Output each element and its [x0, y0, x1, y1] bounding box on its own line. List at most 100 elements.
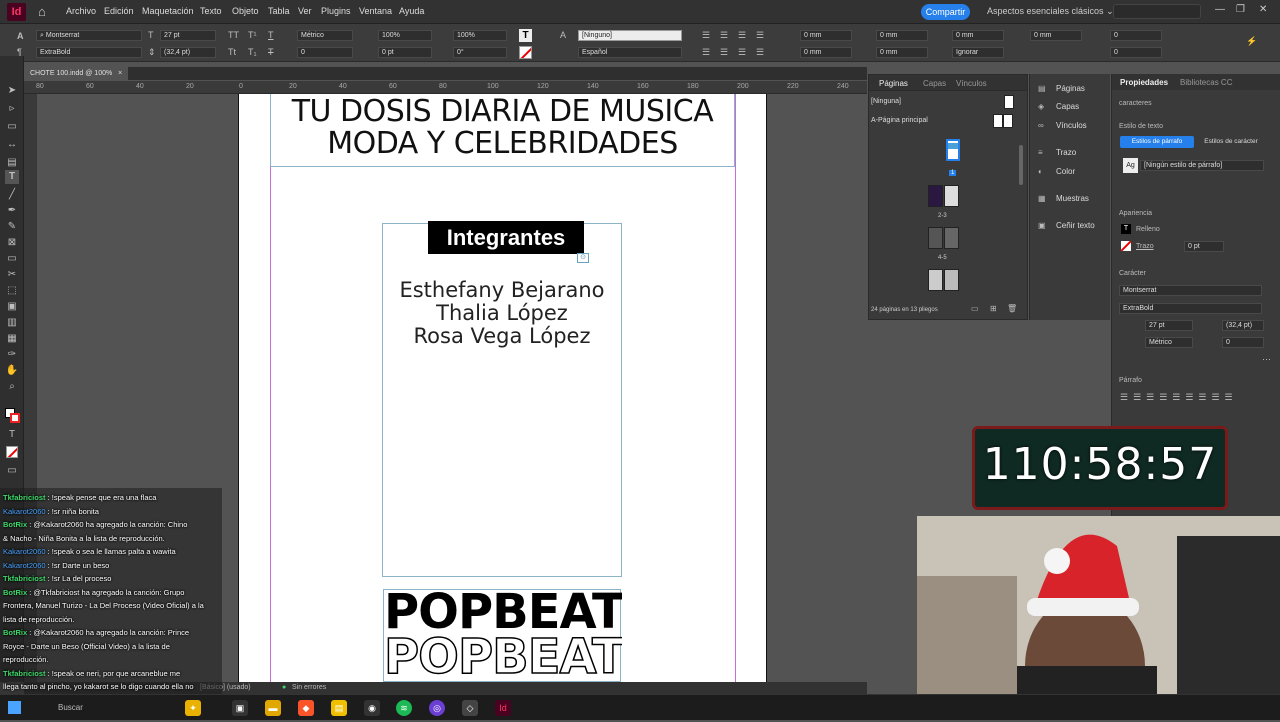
rectangle-frame-icon[interactable]: ⊠	[5, 236, 19, 250]
prop-font-family-field[interactable]: Montserrat	[1119, 285, 1262, 296]
tab-links[interactable]: Vínculos	[956, 79, 987, 88]
prop-font-size-field[interactable]: 27 pt	[1145, 320, 1193, 331]
menu-ver[interactable]: Ver	[298, 6, 312, 16]
tracking-field[interactable]: 0	[297, 47, 353, 58]
menu-archivo[interactable]: Archivo	[66, 6, 96, 16]
page-size-icon[interactable]: ▭	[971, 304, 979, 313]
headline[interactable]: TU DOSIS DIARIA DE MUSICA MODA Y CELEBRI…	[270, 96, 735, 166]
delete-page-icon[interactable]: 🗑	[1007, 304, 1017, 313]
justify-left-icon[interactable]: ☰	[702, 47, 710, 58]
zoom-tool-icon[interactable]: ⌕	[5, 380, 19, 394]
dock-item-color[interactable]: ◐ Color	[1038, 165, 1075, 179]
right-indent-field[interactable]: 0 mm	[800, 47, 852, 58]
copilot-icon[interactable]: ✦	[185, 700, 201, 716]
dock-item-layers[interactable]: ◈ Capas	[1038, 100, 1079, 114]
justify-all-icon[interactable]: ☰	[738, 47, 746, 58]
align-towards-spine-icon[interactable]: ☰	[756, 30, 764, 41]
spotify-icon[interactable]: ≋	[396, 700, 412, 716]
app-icon[interactable]: ▤	[331, 700, 347, 716]
kerning-field[interactable]: Métrico	[297, 30, 353, 41]
master-thumbnail-left[interactable]	[993, 114, 1003, 128]
text-stroke-none-icon[interactable]	[519, 46, 532, 59]
note-tool-icon[interactable]: ▦	[5, 332, 19, 346]
integrantes-heading[interactable]: Integrantes	[428, 221, 584, 254]
free-transform-icon[interactable]: ⬚	[5, 284, 19, 298]
gradient-icon[interactable]: ▣	[5, 300, 19, 314]
paragraph-style-field[interactable]: [Ningún estilo de párrafo]	[1140, 160, 1264, 171]
first-line-indent-field[interactable]: 0 mm	[876, 30, 928, 41]
menu-texto[interactable]: Texto	[200, 6, 222, 16]
page-thumbnail[interactable]	[944, 269, 959, 291]
all-caps-icon[interactable]: TT	[228, 30, 239, 40]
task-view-icon[interactable]: ▣	[232, 700, 248, 716]
subscript-icon[interactable]: T₁	[248, 47, 257, 57]
members-text-frame[interactable]	[382, 223, 622, 577]
tab-layers[interactable]: Capas	[923, 79, 946, 88]
prop-leading-field[interactable]: (32,4 pt)	[1222, 320, 1264, 331]
messenger-icon[interactable]: ◎	[429, 700, 445, 716]
skew-field[interactable]: 0°	[453, 47, 507, 58]
none-master-item[interactable]: [Ninguna]	[871, 98, 901, 105]
space-before-field[interactable]: 0 mm	[952, 30, 1004, 41]
small-caps-icon[interactable]: Tt	[228, 47, 236, 57]
obs-icon[interactable]: ◉	[364, 700, 380, 716]
last-line-indent-field[interactable]: 0 mm	[876, 47, 928, 58]
page-tool-icon[interactable]: ▭	[5, 120, 19, 134]
horizontal-ruler[interactable]: 80 60 40 20 0 20 40 60 80 100 120 140 16…	[24, 81, 867, 94]
justify-right-icon[interactable]: ☰	[756, 47, 764, 58]
start-icon[interactable]	[8, 701, 21, 714]
text-overflow-port-icon[interactable]: ⊙	[577, 253, 589, 263]
dock-item-swatches[interactable]: ▦ Muestras	[1038, 192, 1089, 206]
space-after-field[interactable]: 0 mm	[1030, 30, 1082, 41]
formatting-text-icon[interactable]: T	[5, 428, 19, 442]
font-family-field[interactable]: ⌕ Montserrat	[36, 30, 142, 41]
text-fill-icon[interactable]: T	[519, 29, 532, 42]
app-icon-2[interactable]: ◇	[462, 700, 478, 716]
page-thumbnail[interactable]	[946, 139, 960, 161]
leading-field[interactable]: (32,4 pt)	[160, 47, 216, 58]
character-style-field[interactable]: [Ninguno]	[578, 30, 682, 41]
menu-ventana[interactable]: Ventana	[359, 6, 392, 16]
close-icon[interactable]: ×	[118, 70, 122, 77]
workspace-switcher[interactable]: Aspectos esenciales clásicos ⌄	[987, 6, 1114, 17]
page-thumbnail[interactable]	[928, 227, 943, 249]
pen-tool-icon[interactable]: ✒	[5, 204, 19, 218]
align-left-icon[interactable]: ☰	[702, 30, 710, 41]
dock-item-stroke[interactable]: ≡ Trazo	[1038, 146, 1076, 160]
dock-item-links[interactable]: ∞ Vínculos	[1038, 119, 1087, 133]
master-thumbnail-right[interactable]	[1003, 114, 1013, 128]
dock-item-pages[interactable]: ▤ Páginas	[1038, 82, 1085, 96]
tab-cc-libraries[interactable]: Bibliotecas CC	[1180, 78, 1232, 87]
home-icon[interactable]: ⌂	[38, 5, 52, 19]
pages-scrollbar[interactable]	[1019, 145, 1023, 185]
close-icon[interactable]: ✕	[1259, 4, 1267, 15]
superscript-icon[interactable]: T¹	[248, 30, 257, 40]
language-field[interactable]: Español	[578, 47, 682, 58]
apply-none-icon[interactable]	[6, 446, 18, 458]
menu-edicion[interactable]: Edición	[104, 6, 134, 16]
page-thumbnail[interactable]	[944, 227, 959, 249]
menu-tabla[interactable]: Tabla	[268, 6, 290, 16]
minimize-icon[interactable]: —	[1215, 4, 1225, 15]
eyedropper-icon[interactable]: ✑	[5, 348, 19, 362]
type-tool-icon[interactable]: T	[5, 170, 19, 184]
stroke-swatch-icon[interactable]	[10, 413, 20, 423]
align-center-icon[interactable]: ☰	[720, 30, 728, 41]
fill-icon[interactable]: T	[1121, 224, 1131, 234]
menu-ayuda[interactable]: Ayuda	[399, 6, 424, 16]
char-styles-tab[interactable]: Estilos de carácter	[1194, 136, 1268, 148]
share-button[interactable]: Compartir	[921, 4, 970, 20]
brave-icon[interactable]: ◆	[298, 700, 314, 716]
left-indent-field[interactable]: 0 mm	[800, 30, 852, 41]
grid-align-field[interactable]: Ignorar	[952, 47, 1004, 58]
menu-plugins[interactable]: Plugins	[321, 6, 351, 16]
justify-center-icon[interactable]: ☰	[720, 47, 728, 58]
stroke-none-icon[interactable]	[1121, 241, 1131, 251]
underline-icon[interactable]: T	[268, 30, 274, 40]
none-master-thumbnail[interactable]	[1004, 95, 1014, 109]
file-explorer-icon[interactable]: ▬	[265, 700, 281, 716]
selection-tool-icon[interactable]: ➤	[5, 84, 19, 98]
paragraph-align-icons[interactable]: ☰☰☰☰☰☰☰☰☰	[1120, 392, 1238, 403]
content-collector-icon[interactable]: ▤	[5, 156, 19, 170]
tab-properties[interactable]: Propiedades	[1120, 78, 1168, 87]
